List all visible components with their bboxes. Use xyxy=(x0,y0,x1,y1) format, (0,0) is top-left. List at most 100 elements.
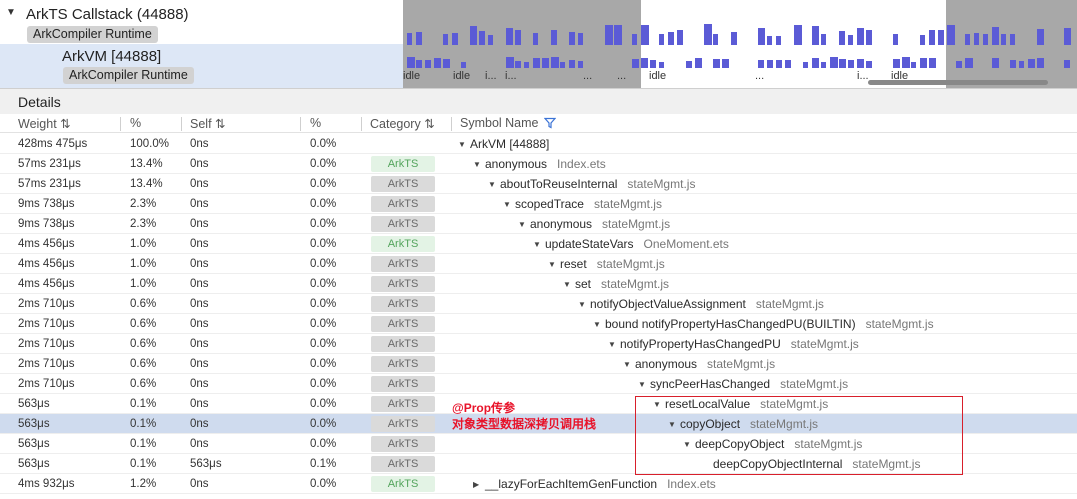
expand-triangle-icon[interactable]: ▼ xyxy=(518,220,530,229)
source-file: stateMgmt.js xyxy=(865,317,934,331)
function-name: notifyObjectValueAssignment xyxy=(590,297,746,311)
expand-triangle-icon[interactable]: ▼ xyxy=(563,280,575,289)
expand-triangle-icon[interactable]: ▼ xyxy=(623,360,635,369)
category-badge: ArkTS xyxy=(371,356,435,372)
column-percent[interactable]: % xyxy=(130,116,141,130)
function-name: scopedTrace xyxy=(515,197,584,211)
sample-bar xyxy=(902,57,910,68)
table-row[interactable]: 9ms 738μs 2.3% 0ns 0.0% ArkTS ▼ scopedTrace sta… xyxy=(0,194,1077,214)
self-percent-cell: 0.0% xyxy=(310,178,337,190)
symbol-cell: ▼ set stateMgmt.js xyxy=(563,277,669,291)
sample-bar xyxy=(407,57,415,68)
category-badge: ArkTS xyxy=(371,196,435,212)
timeline-scrollbar[interactable] xyxy=(868,80,1048,85)
table-row[interactable]: 4ms 456μs 1.0% 0ns 0.0% ArkTS ▼ set stateMgmt.j… xyxy=(0,274,1077,294)
expand-triangle-icon[interactable]: ▼ xyxy=(6,7,16,18)
sample-bar xyxy=(686,61,692,68)
sample-bar xyxy=(821,62,826,68)
table-row[interactable]: 2ms 710μs 0.6% 0ns 0.0% ArkTS ▼ notifyObjectVa… xyxy=(0,294,1077,314)
source-file: Index.ets xyxy=(557,157,606,171)
column-weight[interactable]: Weight ⇅ xyxy=(18,116,71,131)
symbol-cell: ▼ anonymous stateMgmt.js xyxy=(518,217,670,231)
source-file: stateMgmt.js xyxy=(707,357,776,371)
sample-bar xyxy=(929,58,936,68)
table-row[interactable]: 2ms 710μs 0.6% 0ns 0.0% ArkTS ▼ notifyProperty… xyxy=(0,334,1077,354)
column-category[interactable]: Category ⇅ xyxy=(370,116,435,131)
sort-arrows-icon[interactable]: ⇅ xyxy=(60,117,70,131)
category-badge: ArkTS xyxy=(371,236,435,252)
category-badge: ArkTS xyxy=(371,336,435,352)
table-row[interactable]: 2ms 710μs 0.6% 0ns 0.0% ArkTS ▼ bound notifyPr… xyxy=(0,314,1077,334)
weight-cell: 563μs xyxy=(18,418,50,430)
sample-bar xyxy=(857,59,864,68)
collapsed-triangle-icon[interactable]: ▶ xyxy=(473,480,485,489)
table-row[interactable]: 4ms 456μs 1.0% 0ns 0.0% ArkTS ▼ updateStateVar… xyxy=(0,234,1077,254)
sample-bar xyxy=(632,34,637,45)
table-row[interactable]: 4ms 456μs 1.0% 0ns 0.0% ArkTS ▼ reset stateMgmt… xyxy=(0,254,1077,274)
symbol-cell: ▼ bound notifyPropertyHasChangedPU(BUILTI… xyxy=(593,317,934,331)
expand-triangle-icon[interactable]: ▼ xyxy=(578,300,590,309)
sample-bar xyxy=(479,31,485,45)
table-row[interactable]: 57ms 231μs 13.4% 0ns 0.0% ArkTS ▼ anonymous Ind… xyxy=(0,154,1077,174)
column-symbol-name[interactable]: Symbol Name xyxy=(460,116,556,130)
column-self[interactable]: Self ⇅ xyxy=(190,116,226,131)
symbol-cell: ▼ anonymous stateMgmt.js xyxy=(623,357,775,371)
sample-bar xyxy=(659,34,664,45)
sample-bar xyxy=(569,60,575,68)
expand-triangle-icon[interactable]: ▼ xyxy=(503,200,515,209)
function-name: aboutToReuseInternal xyxy=(500,177,618,191)
sample-bar xyxy=(866,61,872,68)
sample-bar xyxy=(533,33,538,45)
timeline-track[interactable]: idle idle i... i......... idle... i... idle xyxy=(403,0,1077,88)
symbol-cell: ▼ ArkVM [44888] xyxy=(458,137,549,151)
percent-cell: 1.0% xyxy=(130,258,157,270)
function-name: ArkVM [44888] xyxy=(470,137,550,151)
weight-cell: 2ms 710μs xyxy=(18,378,75,390)
weight-cell: 563μs xyxy=(18,458,50,470)
weight-cell: 563μs xyxy=(18,438,50,450)
table-row[interactable]: 428ms 475μs 100.0% 0ns 0.0% ▼ ArkVM [44888] xyxy=(0,134,1077,154)
filter-icon[interactable] xyxy=(543,117,556,129)
lane-arkvm[interactable]: ArkVM [44888] ArkCompiler Runtime xyxy=(0,44,403,88)
table-row[interactable]: 2ms 710μs 0.6% 0ns 0.0% ArkTS ▼ syncPeerHasCha… xyxy=(0,374,1077,394)
self-percent-cell: 0.0% xyxy=(310,298,337,310)
table-header: Weight ⇅ % Self ⇅ % Category ⇅ Symbol Na… xyxy=(0,114,1077,133)
sample-bar xyxy=(947,25,955,45)
function-name: reset xyxy=(560,257,587,271)
self-cell: 0ns xyxy=(190,438,209,450)
expand-triangle-icon[interactable]: ▼ xyxy=(593,320,605,329)
sample-bar xyxy=(920,58,927,68)
lane-arkts-callstack[interactable]: ▼ ArkTS Callstack (44888) ArkCompiler Ru… xyxy=(0,0,403,44)
table-row[interactable]: 57ms 231μs 13.4% 0ns 0.0% ArkTS ▼ aboutToReuse… xyxy=(0,174,1077,194)
sample-bar xyxy=(794,25,802,45)
expand-triangle-icon[interactable]: ▼ xyxy=(608,340,620,349)
column-self-percent[interactable]: % xyxy=(310,116,321,130)
sample-bar xyxy=(605,25,613,45)
self-percent-cell: 0.0% xyxy=(310,158,337,170)
sample-bar xyxy=(776,36,781,45)
self-cell: 0ns xyxy=(190,338,209,350)
expand-triangle-icon[interactable]: ▼ xyxy=(638,380,650,389)
expand-triangle-icon[interactable]: ▼ xyxy=(533,240,545,249)
expand-triangle-icon[interactable]: ▼ xyxy=(473,160,485,169)
table-row[interactable]: 9ms 738μs 2.3% 0ns 0.0% ArkTS ▼ anonymous state… xyxy=(0,214,1077,234)
details-tab[interactable]: Details xyxy=(0,88,1077,114)
sort-arrows-icon[interactable]: ⇅ xyxy=(215,117,225,131)
expand-triangle-icon[interactable]: ▼ xyxy=(548,260,560,269)
category-badge: ArkTS xyxy=(371,176,435,192)
category-badge: ArkTS xyxy=(371,456,435,472)
sample-bar xyxy=(992,27,999,45)
table-row[interactable]: 4ms 932μs 1.2% 0ns 0.0% ArkTS ▶ __lazyForEachI… xyxy=(0,474,1077,494)
sample-bar xyxy=(407,33,412,45)
sort-arrows-icon[interactable]: ⇅ xyxy=(424,117,434,131)
self-cell: 0ns xyxy=(190,418,209,430)
weight-cell: 9ms 738μs xyxy=(18,218,75,230)
weight-cell: 4ms 456μs xyxy=(18,258,75,270)
sample-bar xyxy=(857,28,864,45)
expand-triangle-icon[interactable]: ▼ xyxy=(458,140,470,149)
table-row[interactable]: 2ms 710μs 0.6% 0ns 0.0% ArkTS ▼ anonymous state… xyxy=(0,354,1077,374)
sample-bar xyxy=(713,59,720,68)
sample-bar xyxy=(965,58,973,68)
expand-triangle-icon[interactable]: ▼ xyxy=(488,180,500,189)
self-cell: 0ns xyxy=(190,478,209,490)
